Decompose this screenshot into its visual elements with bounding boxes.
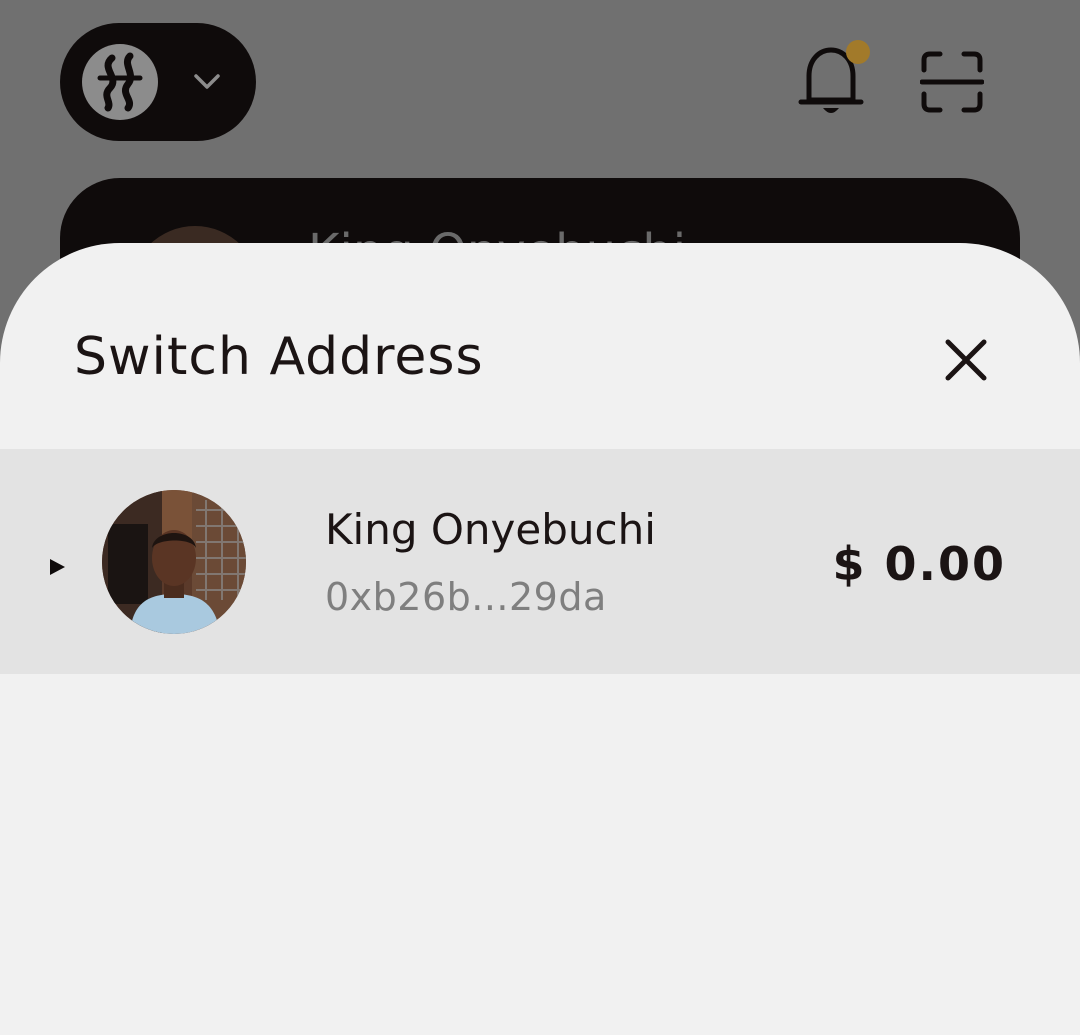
sheet-title: Switch Address <box>74 327 484 387</box>
address-name: King Onyebuchi <box>325 505 656 554</box>
switch-address-sheet: Switch Address King Onyebuchi 0xb26b...2… <box>0 243 1080 1035</box>
address-balance: $ 0.00 <box>832 537 1006 591</box>
chain-logo-icon <box>82 44 158 120</box>
avatar <box>102 490 246 634</box>
scan-icon[interactable] <box>920 50 984 114</box>
notification-dot <box>846 40 870 64</box>
chain-selector-button[interactable] <box>60 23 256 141</box>
screen: King Onyebuchi Switch Address <box>0 0 1080 1035</box>
close-icon[interactable] <box>934 328 998 392</box>
wallet-address: 0xb26b...29da <box>325 575 607 619</box>
play-triangle-icon <box>50 559 65 575</box>
chevron-down-icon <box>194 74 220 89</box>
address-row[interactable]: King Onyebuchi 0xb26b...29da $ 0.00 <box>0 449 1080 674</box>
